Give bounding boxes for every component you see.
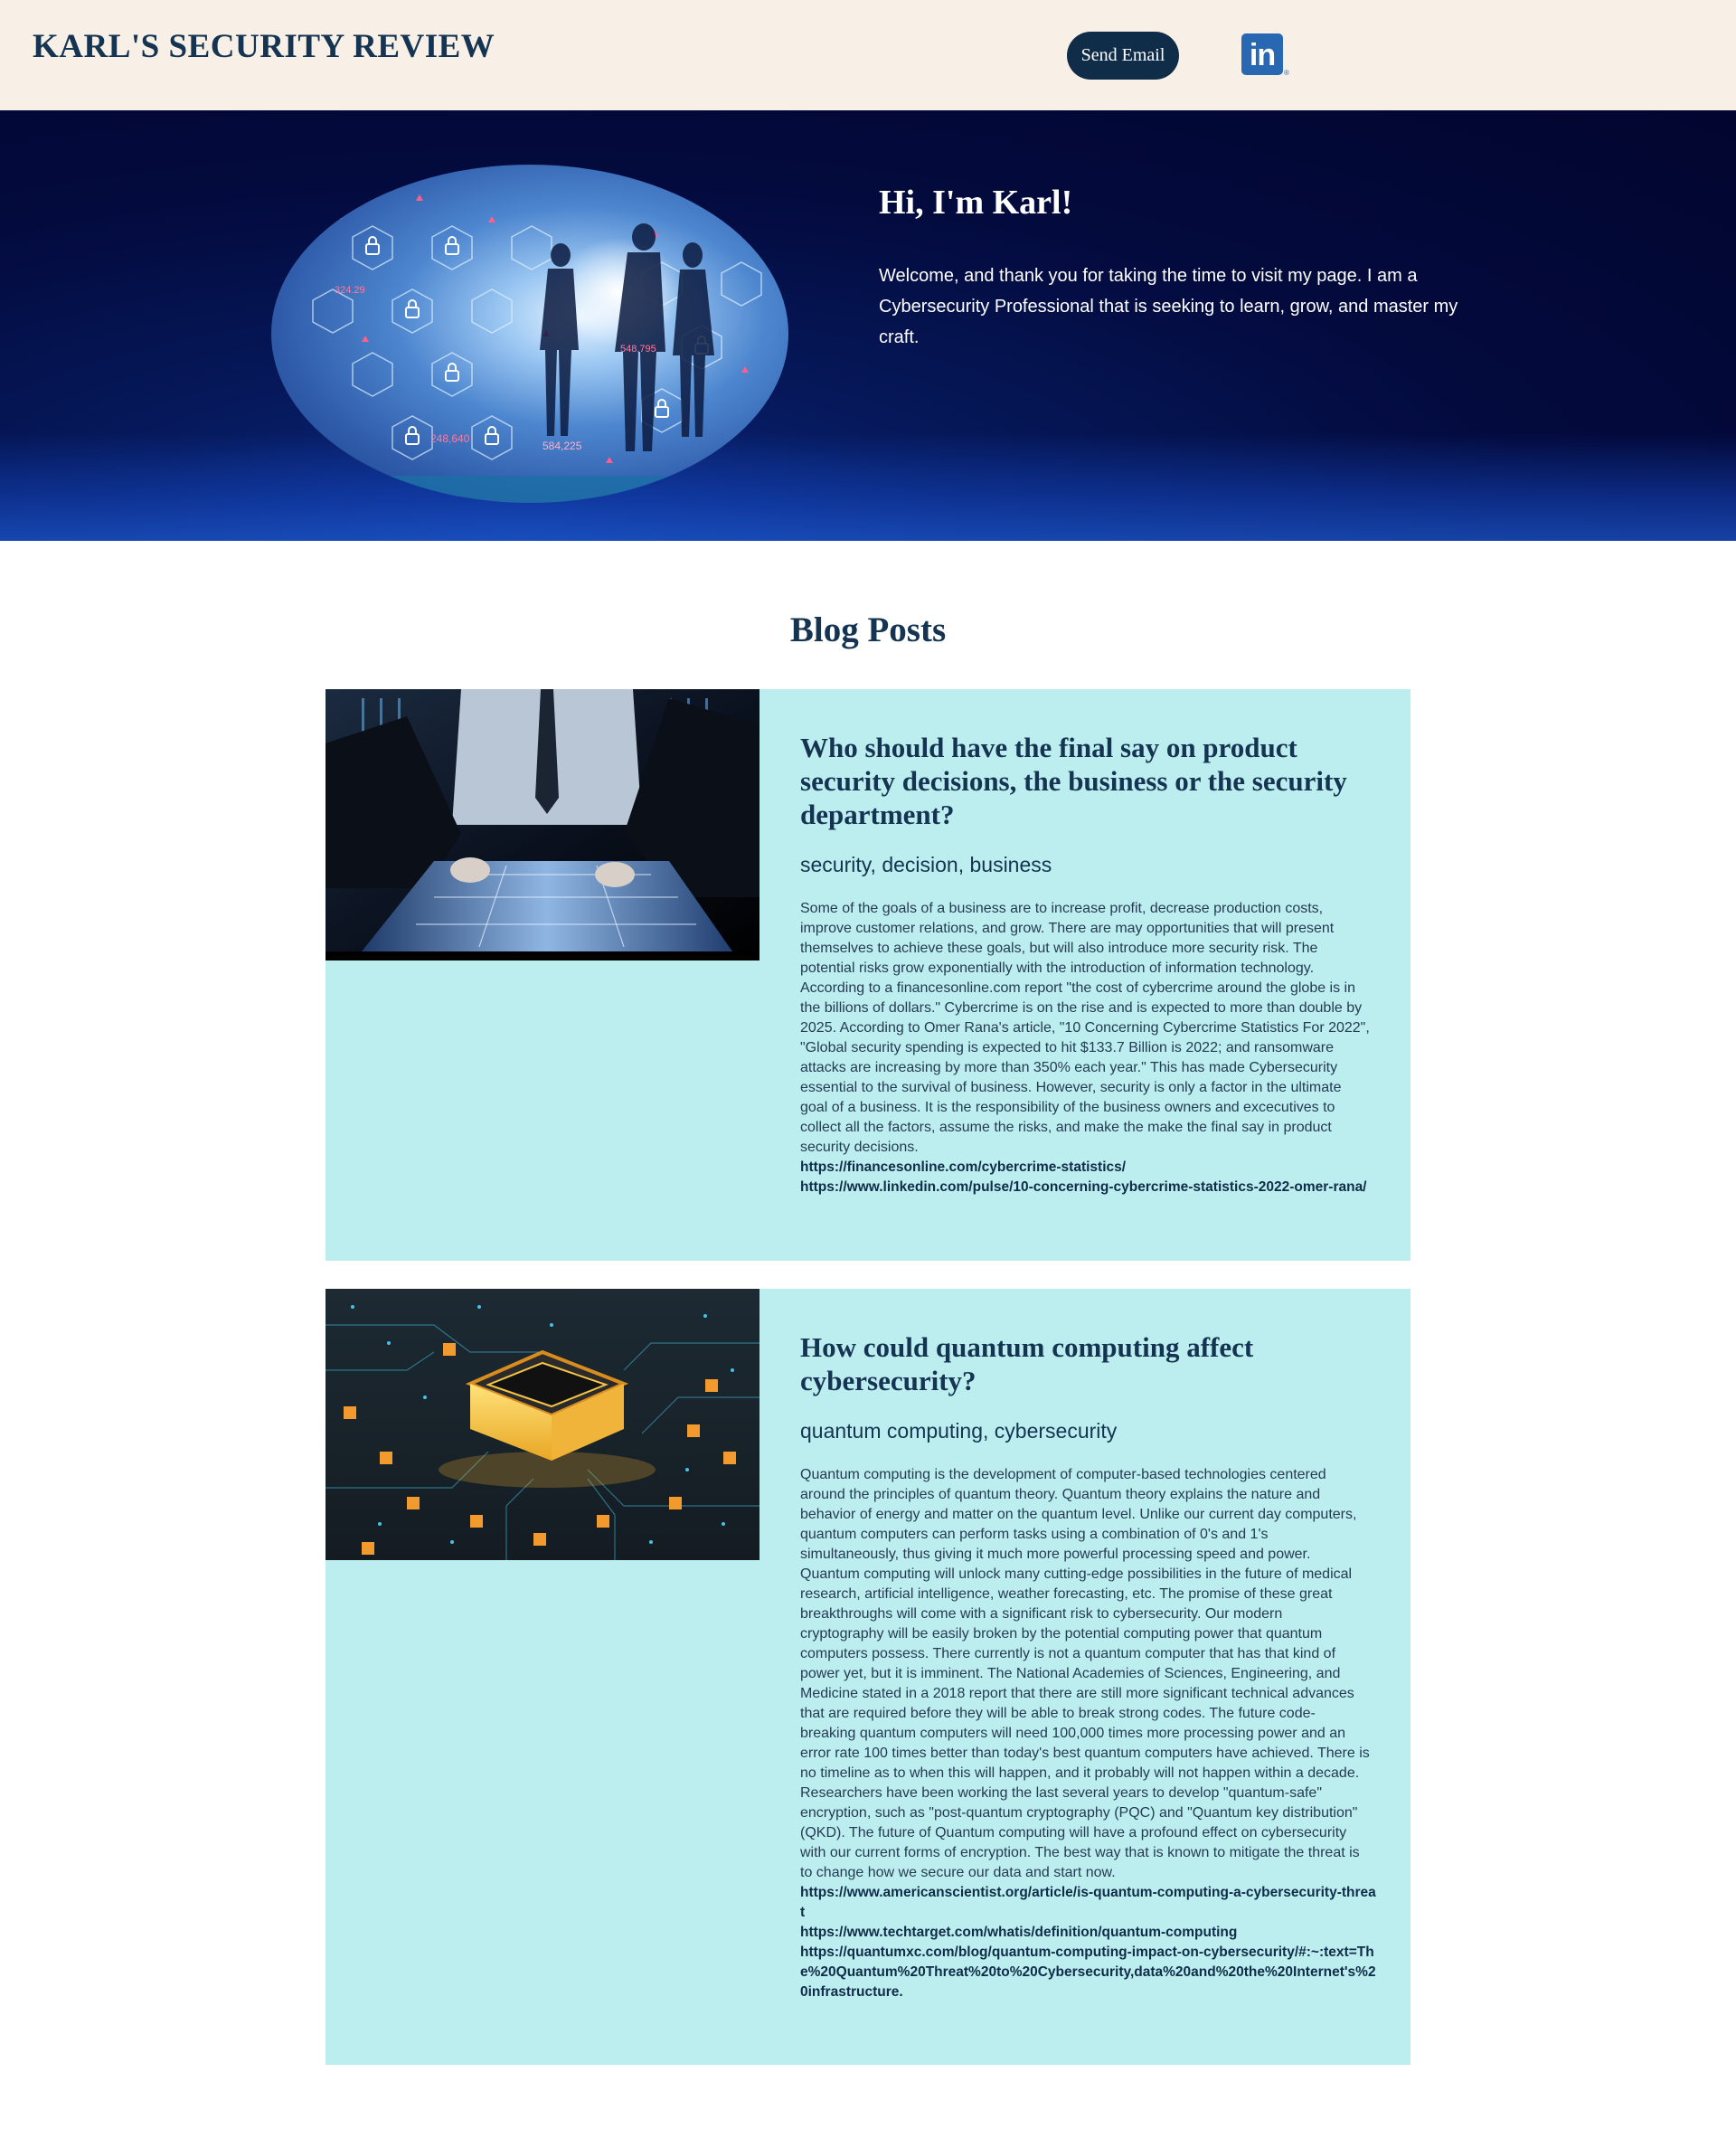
source-link[interactable]: https://www.linkedin.com/pulse/10-concer…	[800, 1178, 1379, 1197]
source-link[interactable]: https://quantumxc.com/blog/quantum-compu…	[800, 1943, 1379, 2002]
source-link[interactable]: https://www.americanscientist.org/articl…	[800, 1883, 1379, 1923]
post-title: Who should have the final say on product…	[800, 732, 1347, 830]
blog-post-card: How could quantum computing affect cyber…	[326, 1289, 1410, 2065]
site-header: KARL'S SECURITY REVIEW Send Email in ®	[0, 0, 1736, 110]
site-brand-title: KARL'S SECURITY REVIEW	[33, 28, 495, 65]
hero-number-1: 324.29	[335, 285, 365, 296]
hero-number-3: 584,225	[542, 440, 582, 452]
hero-title: Hi, I'm Karl!	[879, 184, 1073, 222]
post-tags: security, decision, business	[800, 853, 1052, 876]
post-source-links: https://financesonline.com/cybercrime-st…	[800, 1158, 1379, 1197]
hero-section: 324.29 248,640 584,225 548,795 Hi, I'm K…	[0, 110, 1736, 541]
hero-bokeh-glow	[0, 432, 1736, 541]
blog-section-heading: Blog Posts	[789, 610, 947, 649]
post-body: Some of the goals of a business are to i…	[800, 901, 1370, 1155]
post-source-links: https://www.americanscientist.org/articl…	[800, 1883, 1379, 2002]
send-email-button[interactable]: Send Email	[1067, 32, 1179, 80]
cyber-network-image: 324.29 248,640 584,225 548,795	[271, 165, 788, 503]
post-body: Quantum computing is the development of …	[800, 1467, 1370, 1880]
post-title: How could quantum computing affect cyber…	[800, 1331, 1254, 1396]
hero-number-4: 548,795	[620, 344, 656, 355]
linkedin-icon[interactable]: in	[1241, 33, 1283, 75]
hero-intro-text: Welcome, and thank you for taking the ti…	[879, 266, 1458, 347]
quantum-chip-image	[326, 1289, 760, 1560]
post-tags: quantum computing, cybersecurity	[800, 1419, 1118, 1443]
linkedin-registered-mark: ®	[1284, 69, 1289, 77]
blog-post-content: How could quantum computing affect cyber…	[800, 1330, 1379, 2002]
hero-number-2: 248,640	[430, 432, 470, 445]
blog-post-content: Who should have the final say on product…	[800, 731, 1379, 1197]
touchscreen-table-image	[326, 689, 760, 960]
source-link[interactable]: https://financesonline.com/cybercrime-st…	[800, 1158, 1379, 1178]
blog-post-card: Who should have the final say on product…	[326, 689, 1410, 1261]
source-link[interactable]: https://www.techtarget.com/whatis/defini…	[800, 1923, 1379, 1943]
